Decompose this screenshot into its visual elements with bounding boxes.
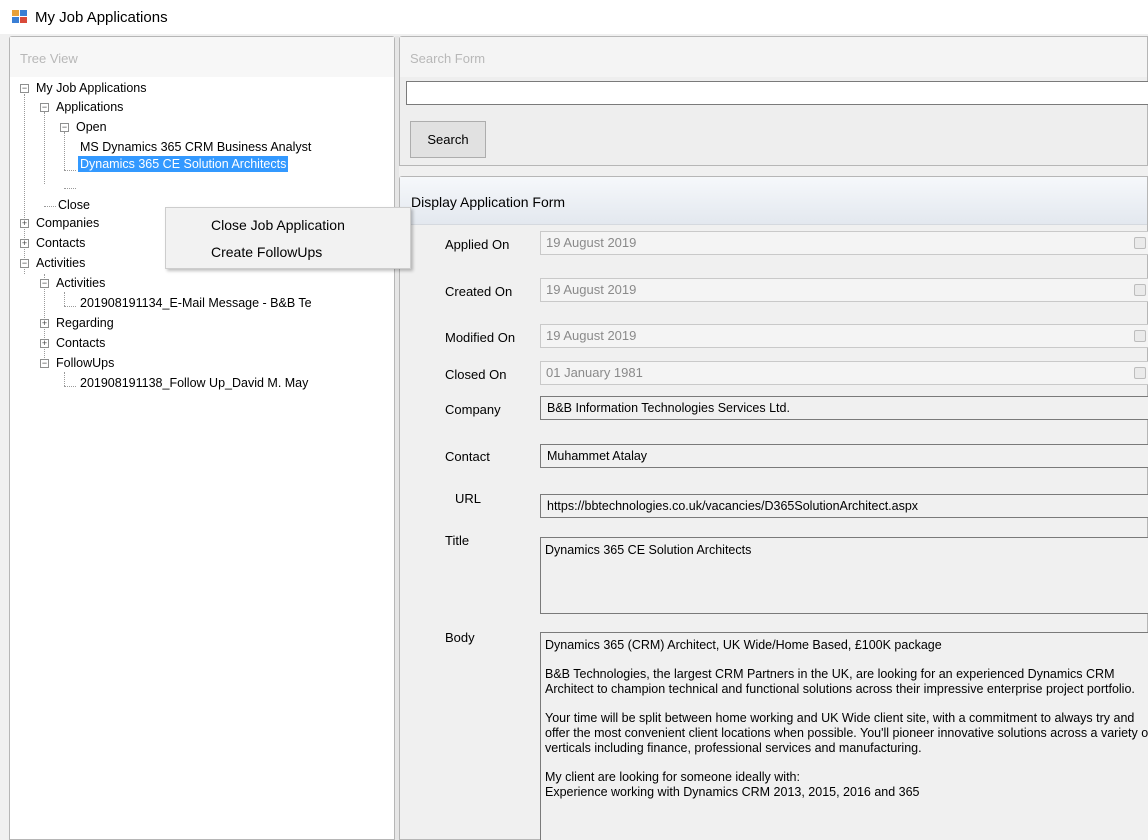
tree-node-open-item-2-selected[interactable]: Dynamics 365 CE Solution Architects bbox=[78, 156, 289, 172]
title-label: Title bbox=[445, 533, 470, 548]
body-paragraph: B&B Technologies, the largest CRM Partne… bbox=[545, 667, 1135, 696]
modified-on-label: Modified On bbox=[445, 330, 516, 345]
title-field[interactable]: Dynamics 365 CE Solution Architects bbox=[540, 537, 1148, 614]
created-on-label: Created On bbox=[445, 284, 513, 299]
window-titlebar: My Job Applications bbox=[0, 0, 1148, 34]
calendar-dropdown-icon[interactable] bbox=[1134, 330, 1146, 342]
expander-regarding[interactable]: + bbox=[40, 319, 49, 328]
search-form-caption: Search Form bbox=[410, 51, 486, 66]
closed-on-label: Closed On bbox=[445, 367, 507, 382]
tree-node-activities[interactable]: Activities bbox=[36, 254, 85, 272]
applied-on-datepicker[interactable]: 19 August 2019 bbox=[540, 231, 1148, 255]
search-form-header: Search Form bbox=[400, 37, 1147, 77]
applied-on-label: Applied On bbox=[445, 237, 510, 252]
calendar-dropdown-icon[interactable] bbox=[1134, 367, 1146, 379]
search-button[interactable]: Search bbox=[410, 121, 486, 158]
tree-view[interactable]: − My Job Applications − Applications − O… bbox=[18, 79, 394, 837]
expander-open[interactable]: − bbox=[60, 123, 69, 132]
tree-node-followups[interactable]: FollowUps bbox=[56, 354, 114, 372]
tree-node-contacts[interactable]: Contacts bbox=[36, 234, 85, 252]
created-on-datepicker[interactable]: 19 August 2019 bbox=[540, 278, 1148, 302]
created-on-value: 19 August 2019 bbox=[546, 282, 637, 297]
body-paragraph: Your time will be split between home wor… bbox=[545, 711, 1148, 755]
display-form-header: Display Application Form bbox=[400, 177, 1147, 225]
display-application-form: Display Application Form Applied On 19 A… bbox=[399, 176, 1148, 840]
modified-on-datepicker[interactable]: 19 August 2019 bbox=[540, 324, 1148, 348]
expander-contacts-sub[interactable]: + bbox=[40, 339, 49, 348]
contact-label: Contact bbox=[445, 449, 490, 464]
company-field[interactable]: B&B Information Technologies Services Lt… bbox=[540, 396, 1148, 420]
display-form-caption: Display Application Form bbox=[411, 194, 566, 210]
search-form-panel: Search Form Search bbox=[399, 36, 1148, 166]
tree-node-applications[interactable]: Applications bbox=[56, 98, 123, 116]
app-icon bbox=[12, 10, 28, 24]
body-field[interactable]: Dynamics 365 (CRM) Architect, UK Wide/Ho… bbox=[540, 632, 1148, 840]
body-paragraph: My client are looking for someone ideall… bbox=[545, 770, 920, 799]
contact-field[interactable]: Muhammet Atalay bbox=[540, 444, 1148, 468]
calendar-dropdown-icon[interactable] bbox=[1134, 284, 1146, 296]
tree-node-open[interactable]: Open bbox=[76, 118, 107, 136]
menu-item-create-followups[interactable]: Create FollowUps bbox=[168, 240, 408, 264]
body-paragraph: Dynamics 365 (CRM) Architect, UK Wide/Ho… bbox=[545, 638, 942, 652]
window-title: My Job Applications bbox=[35, 9, 168, 26]
modified-on-value: 19 August 2019 bbox=[546, 328, 637, 343]
expander-contacts[interactable]: + bbox=[20, 239, 29, 248]
tree-node-root[interactable]: My Job Applications bbox=[36, 79, 146, 97]
expander-activities[interactable]: − bbox=[20, 259, 29, 268]
expander-followups[interactable]: − bbox=[40, 359, 49, 368]
tree-node-activities-sub[interactable]: Activities bbox=[56, 274, 105, 292]
company-label: Company bbox=[445, 402, 501, 417]
menu-item-close-job-application[interactable]: Close Job Application bbox=[168, 213, 408, 237]
calendar-dropdown-icon[interactable] bbox=[1134, 237, 1146, 249]
url-label: URL bbox=[455, 491, 482, 506]
tree-node-followup-item[interactable]: 201908191138_Follow Up_David M. May bbox=[80, 374, 308, 392]
tree-node-regarding[interactable]: Regarding bbox=[56, 314, 114, 332]
tree-node-open-item-1[interactable]: MS Dynamics 365 CRM Business Analyst bbox=[80, 138, 311, 156]
tree-view-panel: Tree View − My Job Applications − Applic… bbox=[9, 36, 395, 840]
tree-node-companies[interactable]: Companies bbox=[36, 214, 99, 232]
expander-activities-sub[interactable]: − bbox=[40, 279, 49, 288]
expander-applications[interactable]: − bbox=[40, 103, 49, 112]
applied-on-value: 19 August 2019 bbox=[546, 235, 637, 250]
tree-node-contacts-sub[interactable]: Contacts bbox=[56, 334, 105, 352]
body-label: Body bbox=[445, 630, 475, 645]
url-field[interactable]: https://bbtechnologies.co.uk/vacancies/D… bbox=[540, 494, 1148, 518]
search-input[interactable] bbox=[406, 81, 1148, 105]
expander-root[interactable]: − bbox=[20, 84, 29, 93]
tree-view-caption: Tree View bbox=[20, 51, 78, 66]
expander-companies[interactable]: + bbox=[20, 219, 29, 228]
context-menu: Close Job Application Create FollowUps bbox=[165, 207, 411, 269]
tree-view-header: Tree View bbox=[10, 37, 394, 77]
closed-on-datepicker[interactable]: 01 January 1981 bbox=[540, 361, 1148, 385]
tree-node-activity-item[interactable]: 201908191134_E-Mail Message - B&B Te bbox=[80, 294, 312, 312]
client-area: Tree View − My Job Applications − Applic… bbox=[0, 34, 1148, 840]
closed-on-value: 01 January 1981 bbox=[546, 365, 643, 380]
tree-node-close[interactable]: Close bbox=[58, 196, 90, 214]
